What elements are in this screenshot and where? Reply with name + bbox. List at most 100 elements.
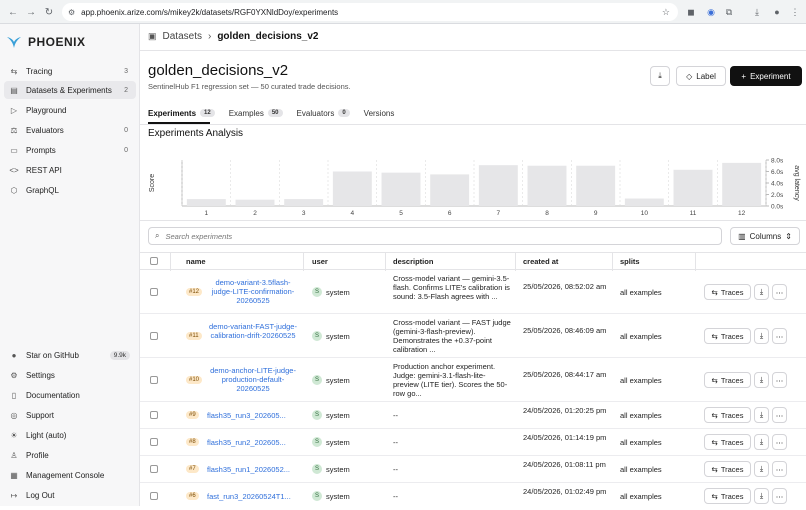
row-checkbox[interactable]	[150, 492, 158, 500]
row-more-button[interactable]: ⋯	[772, 488, 787, 504]
table-row[interactable]: #12 demo-variant-3.5flash-judge-LITE-con…	[140, 270, 806, 314]
splits-cell: all examples	[620, 438, 662, 447]
site-settings-icon[interactable]: ⚙	[68, 8, 75, 17]
extension-blue-icon[interactable]: ◉	[704, 5, 718, 19]
traces-button[interactable]: ⇆ Traces	[704, 461, 751, 477]
sidebar-item-count: 0	[124, 126, 128, 134]
table-row[interactable]: #9 flash35_run3_202605... S system -- 24…	[140, 402, 806, 429]
select-all-checkbox[interactable]	[150, 257, 158, 265]
extension-icon[interactable]: ◼	[684, 5, 698, 19]
page-subtitle: SentinelHub F1 regression set — 50 curat…	[148, 82, 351, 91]
table-row[interactable]: #11 demo-variant-FAST-judge-calibration-…	[140, 314, 806, 358]
row-checkbox[interactable]	[150, 438, 158, 446]
table-row[interactable]: #10 demo-anchor-LITE-judge-production-de…	[140, 358, 806, 402]
forward-icon[interactable]: →	[22, 3, 40, 21]
sidebar-item-logout[interactable]: ↦ Log Out	[4, 486, 136, 504]
row-download-button[interactable]: ⤓	[754, 461, 769, 477]
download-button[interactable]: ⤓	[650, 66, 670, 86]
row-download-button[interactable]: ⤓	[754, 407, 769, 423]
back-icon[interactable]: ←	[4, 3, 22, 21]
row-more-button[interactable]: ⋯	[772, 407, 787, 423]
experiment-name-link[interactable]: fast_run3_20260524T1...	[207, 492, 291, 501]
experiment-name-link[interactable]: demo-variant-FAST-judge-calibration-drif…	[206, 322, 300, 340]
experiment-name-link[interactable]: flash35_run2_202605...	[207, 438, 286, 447]
row-checkbox[interactable]	[150, 376, 158, 384]
bookmark-star-icon[interactable]: ☆	[662, 7, 670, 18]
address-bar[interactable]: ⚙ app.phoenix.arize.com/s/mikey2k/datase…	[62, 3, 678, 21]
chart-x-tick-label: 2	[253, 210, 257, 217]
sidebar-item-datasets[interactable]: ▤ Datasets & Experiments 2	[4, 81, 136, 99]
row-checkbox[interactable]	[150, 411, 158, 419]
tab-versions[interactable]: Versions	[364, 104, 395, 122]
download-icon[interactable]: ⤓	[750, 5, 764, 19]
traces-button[interactable]: ⇆ Traces	[704, 434, 751, 450]
header-description[interactable]: description	[393, 257, 433, 266]
sidebar-item-settings[interactable]: ⚙ Settings	[4, 366, 136, 384]
traces-button[interactable]: ⇆ Traces	[704, 328, 751, 344]
reload-icon[interactable]: ↻	[40, 3, 58, 21]
breadcrumb-root[interactable]: Datasets	[163, 31, 202, 42]
experiment-name-link[interactable]: flash35_run1_2026052...	[207, 465, 290, 474]
header-created-at[interactable]: created at	[523, 257, 558, 266]
tab-examples[interactable]: Examples 50	[229, 104, 283, 122]
columns-button[interactable]: ▥ Columns ⇕	[730, 227, 800, 245]
row-more-button[interactable]: ⋯	[772, 328, 787, 344]
sidebar-item-tracing[interactable]: ⇆ Tracing 3	[4, 62, 136, 80]
traces-button[interactable]: ⇆ Traces	[704, 488, 751, 504]
columns-icon: ▥	[738, 231, 746, 241]
row-more-button[interactable]: ⋯	[772, 284, 787, 300]
experiment-name-link[interactable]: flash35_run3_202605...	[207, 411, 286, 420]
row-download-button[interactable]: ⤓	[754, 434, 769, 450]
table-row[interactable]: #7 flash35_run1_2026052... S system -- 2…	[140, 456, 806, 483]
panel-toggle-icon[interactable]: ▣	[148, 31, 157, 42]
row-more-button[interactable]: ⋯	[772, 461, 787, 477]
download-icon: ⤓	[759, 287, 764, 296]
avatar: S	[312, 375, 322, 385]
row-checkbox[interactable]	[150, 465, 158, 473]
chart-x-tick-label: 9	[594, 210, 598, 217]
traces-button[interactable]: ⇆ Traces	[704, 284, 751, 300]
sidebar-item-theme[interactable]: ☀ Light (auto)	[4, 426, 136, 444]
search-input[interactable]	[165, 231, 686, 241]
search-box[interactable]: ⌕	[148, 227, 722, 245]
header-user[interactable]: user	[312, 257, 328, 266]
phoenix-logo[interactable]: PHOENIX	[6, 34, 86, 50]
row-more-button[interactable]: ⋯	[772, 434, 787, 450]
tab-experiments[interactable]: Experiments 12	[148, 104, 215, 122]
row-download-button[interactable]: ⤓	[754, 284, 769, 300]
experiment-name-link[interactable]: demo-anchor-LITE-judge-production-defaul…	[206, 366, 300, 393]
sidebar-item-rest-api[interactable]: <> REST API	[4, 161, 136, 179]
download-icon: ⤓	[759, 437, 764, 446]
sidebar-item-support[interactable]: ◎ Support	[4, 406, 136, 424]
extensions-puzzle-icon[interactable]: ⧉	[722, 5, 736, 19]
label-button[interactable]: ◇ Label	[676, 66, 726, 86]
chart-bar	[673, 169, 713, 206]
row-more-button[interactable]: ⋯	[772, 372, 787, 388]
traces-button[interactable]: ⇆ Traces	[704, 372, 751, 388]
sidebar-item-graphql[interactable]: ⬡ GraphQL	[4, 181, 136, 199]
row-checkbox[interactable]	[150, 332, 158, 340]
experiment-name-link[interactable]: demo-variant-3.5flash-judge-LITE-confirm…	[206, 278, 300, 305]
header-splits[interactable]: splits	[620, 257, 640, 266]
new-experiment-button[interactable]: + Experiment	[730, 66, 802, 86]
sequence-badge: #11	[186, 332, 202, 340]
sidebar-item-prompts[interactable]: ▭ Prompts 0	[4, 141, 136, 159]
tab-evaluators[interactable]: Evaluators 0	[297, 104, 350, 122]
sidebar-item-github[interactable]: ● Star on GitHub 9.9k	[4, 346, 136, 364]
profile-avatar-icon[interactable]: ●	[770, 5, 784, 19]
sidebar-item-management-console[interactable]: ▦ Management Console	[4, 466, 136, 484]
row-download-button[interactable]: ⤓	[754, 372, 769, 388]
row-checkbox[interactable]	[150, 288, 158, 296]
sidebar-item-playground[interactable]: ▷ Playground	[4, 101, 136, 119]
header-name[interactable]: name	[186, 257, 206, 266]
browser-menu-icon[interactable]: ⋮	[788, 5, 802, 19]
sidebar-item-evaluators[interactable]: ⚖ Evaluators 0	[4, 121, 136, 139]
sidebar-item-profile[interactable]: ♙ Profile	[4, 446, 136, 464]
chart-y2-tick-label: 0.0s	[771, 204, 784, 211]
table-row[interactable]: #8 flash35_run2_202605... S system -- 24…	[140, 429, 806, 456]
created-cell: 24/05/2026, 01:08:11 pm	[523, 460, 606, 469]
row-download-button[interactable]: ⤓	[754, 328, 769, 344]
sidebar-item-documentation[interactable]: ▯ Documentation	[4, 386, 136, 404]
traces-button[interactable]: ⇆ Traces	[704, 407, 751, 423]
row-download-button[interactable]: ⤓	[754, 488, 769, 504]
